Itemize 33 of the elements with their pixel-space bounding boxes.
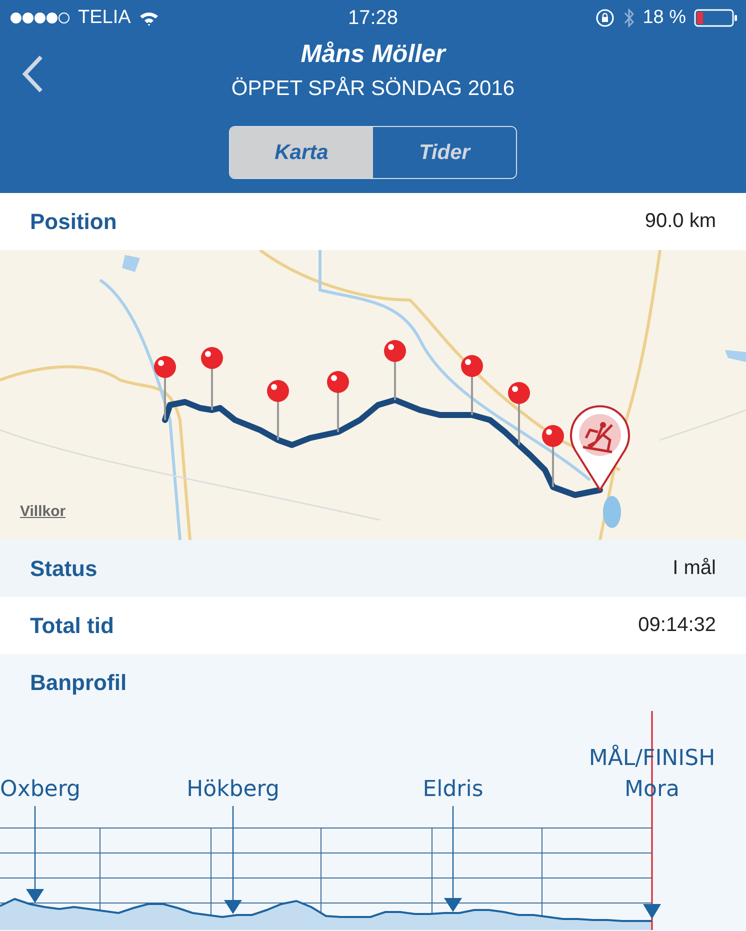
terms-link[interactable]: Villkor bbox=[20, 503, 66, 520]
map-pin-icon[interactable] bbox=[461, 355, 483, 415]
checkpoint-name: Hökberg bbox=[186, 777, 280, 802]
tab[interactable]: Karta bbox=[230, 127, 373, 178]
map-pin-icon[interactable] bbox=[384, 340, 406, 400]
wifi-icon bbox=[138, 10, 159, 26]
section-title: Banprofil bbox=[29, 668, 128, 697]
finish-arrow-icon bbox=[643, 904, 661, 919]
skier-marker-icon[interactable] bbox=[570, 405, 630, 491]
battery-percent: 18 % bbox=[642, 7, 686, 29]
signal-icon bbox=[10, 12, 70, 24]
checkpoint-name: Oxberg bbox=[0, 777, 80, 802]
runner-name: Måns Möller bbox=[300, 40, 448, 69]
checkpoint-name: Eldris bbox=[422, 777, 484, 802]
row-value: 90.0 km bbox=[644, 210, 716, 233]
battery-icon bbox=[694, 9, 738, 27]
row-value: 09:14:32 bbox=[638, 614, 716, 637]
rotation-lock-icon bbox=[594, 8, 615, 28]
clock-time: 17:28 bbox=[348, 6, 398, 30]
back-button[interactable] bbox=[22, 55, 44, 93]
map-pin-icon[interactable] bbox=[508, 382, 530, 445]
map-pin-icon[interactable] bbox=[201, 347, 223, 410]
map-pin-icon[interactable] bbox=[267, 380, 289, 440]
row-label: Total tid bbox=[30, 612, 114, 638]
race-name: ÖPPET SPÅR SÖNDAG 2016 bbox=[230, 77, 516, 101]
map-pin-icon[interactable] bbox=[154, 356, 176, 420]
carrier-name: TELIA bbox=[78, 7, 131, 29]
row-value: I mål bbox=[672, 557, 716, 580]
row-label: Position bbox=[30, 208, 117, 234]
bluetooth-icon bbox=[622, 8, 635, 28]
map-pin-icon[interactable] bbox=[327, 371, 349, 432]
map-pin-icon[interactable] bbox=[542, 425, 564, 487]
row-label: Status bbox=[30, 556, 98, 582]
